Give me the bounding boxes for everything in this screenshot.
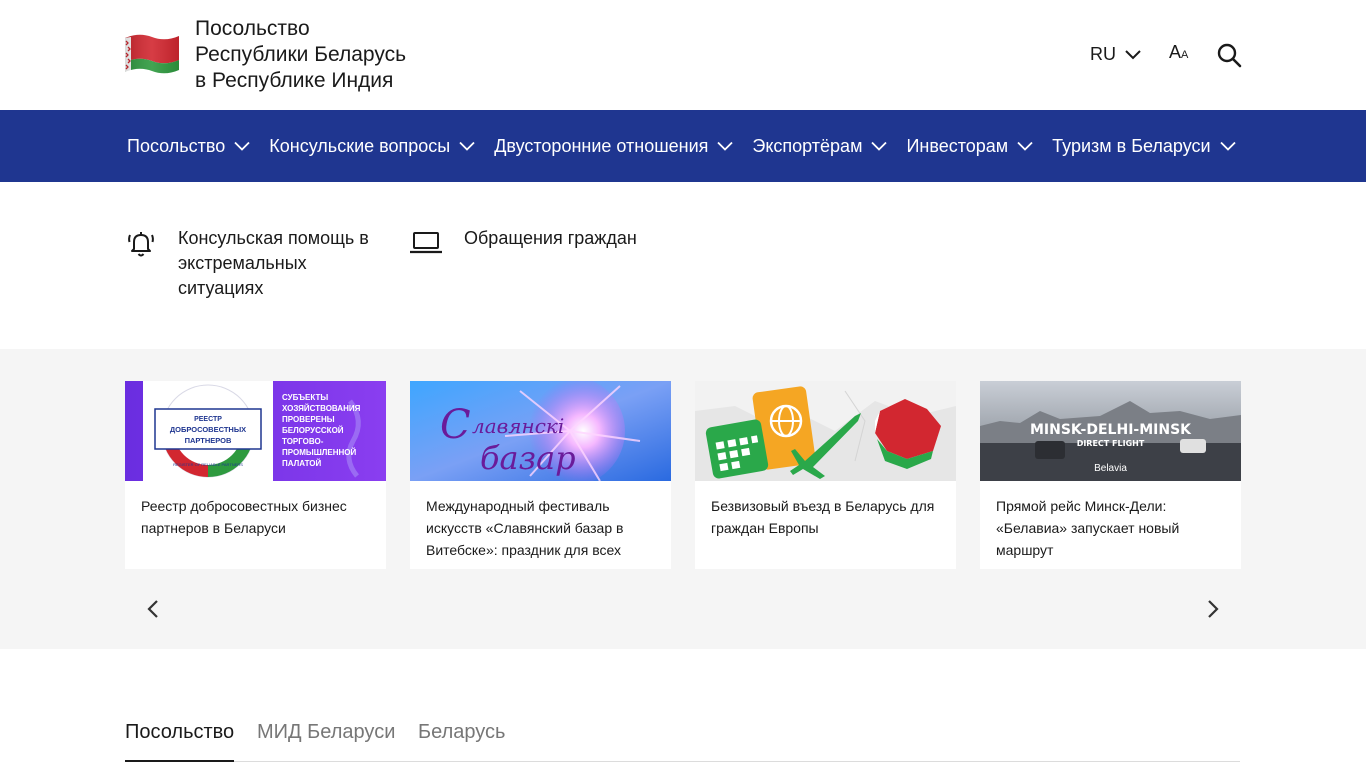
banner-text: ХОЗЯЙСТВОВАНИЯ [282,404,361,413]
banner-text: БЕЛОРУССКОЙ [282,426,344,435]
nav-item-label: Туризм в Беларуси [1052,135,1211,156]
active-tab-underline [125,760,234,762]
carousel-prev-arrow[interactable] [143,597,163,621]
banner-text: ПАЛАТОЙ [282,459,322,468]
quick-links: Консульская помощь в экстремальных ситуа… [0,182,1366,349]
chevron-down-icon [1017,141,1033,151]
nav-item-label: Двусторонние отношения [494,135,709,156]
banner-subline: DIRECT FLIGHT [1077,439,1145,448]
carousel-next-arrow[interactable] [1203,597,1223,621]
seal-text: РЕЕСТР [194,416,222,423]
flight-banner-image: MINSK-DELHI-MINSK DIRECT FLIGHT Belavia [980,381,1241,481]
nav-item-label: Инвесторам [906,135,1009,156]
belarus-flag-logo[interactable] [125,32,179,76]
visa-free-banner-image [695,381,956,481]
banner-text: ТОРГОВО- [282,437,324,446]
seal-ring-text: REGISTER OF RELIABLE PARTNERS [173,462,243,467]
quick-link-line: Обращения граждан [464,228,637,248]
banner-text: ПРОВЕРЕНЫ [282,415,335,424]
site-title[interactable]: Посольство Республики Беларусь в Республ… [195,16,406,94]
news-card-visa-free[interactable]: Безвизовый въезд в Беларусь для граждан … [695,381,956,569]
quick-link-consular-help[interactable]: Консульская помощь в экстремальных ситуа… [127,228,369,301]
site-title-line: Республики Беларусь [195,43,407,66]
news-card-image: С лавянскі базар [410,381,671,481]
seal-text: ПАРТНЕРОВ [185,436,232,445]
news-card-slavianski-bazaar[interactable]: С лавянскі базар Международный фестиваль… [410,381,671,569]
news-carousel: РЕЕСТР ДОБРОСОВЕСТНЫХ ПАРТНЕРОВ REGISTER… [0,349,1366,649]
tab-mfa-belarus[interactable]: МИД Беларуси [257,721,395,744]
news-card-title: Безвизовый въезд в Беларусь для граждан … [711,498,935,536]
festival-logo-text: лавянскі [472,414,564,438]
banner-headline: MINSK-DELHI-MINSK [1030,422,1192,438]
quick-link-line: Консульская помощь в [178,228,369,248]
chevron-down-icon [459,141,475,151]
nav-item-label: Консульские вопросы [269,135,451,156]
chevron-down-icon [717,141,734,151]
language-selector[interactable]: RU [1090,42,1142,66]
seal-text: ДОБРОСОВЕСТНЫХ [170,425,246,434]
nav-item-bilateral[interactable]: Двусторонние отношения [494,135,734,157]
chevron-down-icon [871,141,888,151]
nav-item-embassy[interactable]: Посольство [127,136,250,157]
quick-link-line: экстремальных [178,253,307,273]
news-card-title: Международный фестиваль искусств «Славян… [426,498,624,558]
news-card-minsk-delhi-flight[interactable]: MINSK-DELHI-MINSK DIRECT FLIGHT Belavia … [980,381,1241,569]
language-label: RU [1090,43,1116,64]
news-card-title: Прямой рейс Минск-Дели: «Белавиа» запуск… [996,498,1180,558]
banner-brand: Belavia [1094,463,1127,474]
font-size-toggle[interactable]: A A [1169,42,1188,66]
nav-item-consular[interactable]: Консульские вопросы [269,136,475,157]
quick-link-label: Обращения граждан [464,226,637,251]
font-size-small-glyph: A [1181,49,1189,61]
tab-embassy[interactable]: Посольство [125,721,234,744]
registry-banner-image: РЕЕСТР ДОБРОСОВЕСТНЫХ ПАРТНЕРОВ REGISTER… [125,381,386,481]
nav-item-exporters[interactable]: Экспортёрам [752,135,888,157]
bell-icon [128,232,154,257]
news-card-image [695,381,956,481]
news-card-image: MINSK-DELHI-MINSK DIRECT FLIGHT Belavia [980,381,1241,481]
main-navigation: Посольство Консульские вопросы Двусторон… [0,110,1366,182]
news-card-registry[interactable]: РЕЕСТР ДОБРОСОВЕСТНЫХ ПАРТНЕРОВ REGISTER… [125,381,386,569]
nav-item-label: Посольство [127,135,226,156]
chevron-down-icon [1125,50,1141,60]
chevron-down-icon [1219,141,1236,151]
site-header: Посольство Республики Беларусь в Республ… [0,0,1366,110]
festival-banner-image: С лавянскі базар [410,381,671,481]
font-size-big-glyph: A [1169,42,1182,62]
info-tabs: Посольство МИД Беларуси Беларусь [125,716,1240,762]
quick-link-line: ситуациях [178,278,264,298]
banner-text: СУБЪЕКТЫ [282,393,328,402]
quick-link-label: Консульская помощь в экстремальных ситуа… [178,226,369,301]
nav-item-investors[interactable]: Инвесторам [906,136,1033,157]
site-title-line: в Республике Индия [195,69,394,92]
chevron-down-icon [234,141,250,151]
quick-link-citizen-appeals[interactable]: Обращения граждан [410,228,637,256]
festival-logo-text: базар [480,439,576,477]
search-icon[interactable] [1216,42,1242,68]
tab-belarus[interactable]: Беларусь [418,721,505,744]
nav-item-tourism[interactable]: Туризм в Беларуси [1052,135,1236,157]
festival-logo-initial: С [440,402,471,448]
site-title-line: Посольство [195,17,310,40]
laptop-icon [410,232,442,254]
news-card-image: РЕЕСТР ДОБРОСОВЕСТНЫХ ПАРТНЕРОВ REGISTER… [125,381,386,481]
nav-item-label: Экспортёрам [752,135,863,156]
banner-text: ПРОМЫШЛЕННОЙ [282,448,356,457]
news-card-title: Реестр добросовестных бизнес партнеров в… [141,498,347,536]
